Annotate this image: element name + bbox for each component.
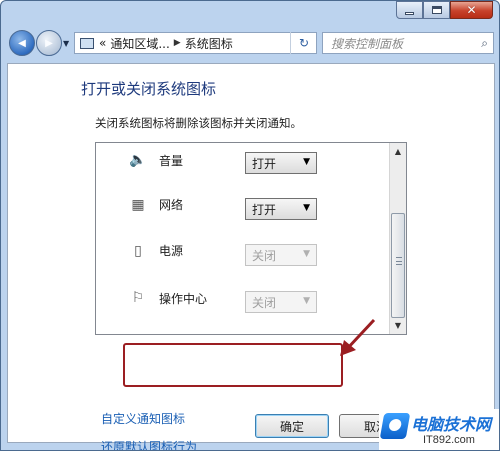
caption-buttons: ✕ bbox=[396, 1, 493, 19]
list-item-volume: 🔈 音量 打开 ▼ bbox=[96, 143, 386, 187]
search-placeholder: 搜索控制面板 bbox=[331, 36, 404, 51]
navigation-bar: ◀ ▶ ▼ « 通知区域... ▶ 系统图标 ↻ 搜索控制面板 ⌕ bbox=[1, 27, 499, 61]
scroll-thumb[interactable] bbox=[391, 213, 405, 318]
page-title: 打开或关闭系统图标 bbox=[81, 80, 217, 98]
minimize-button[interactable] bbox=[396, 1, 423, 19]
restore-default-icon-behaviors-link[interactable]: 还原默认图标行为 bbox=[101, 438, 197, 450]
back-button[interactable]: ◀ bbox=[9, 30, 35, 56]
address-bar[interactable]: « 通知区域... ▶ 系统图标 bbox=[74, 32, 317, 54]
vertical-scrollbar[interactable]: ▲ ▼ bbox=[389, 143, 406, 334]
item-label: 网络 bbox=[159, 198, 184, 212]
list-item-network: ▦ 网络 打开 ▼ bbox=[96, 187, 386, 231]
maximize-button[interactable] bbox=[423, 1, 450, 19]
refresh-button[interactable]: ↻ bbox=[290, 32, 317, 54]
power-icon: ▯ bbox=[134, 243, 142, 259]
breadcrumb: « 通知区域... ▶ 系统图标 bbox=[99, 35, 233, 52]
computer-icon bbox=[80, 37, 94, 49]
network-icon: ▦ bbox=[131, 197, 145, 213]
speaker-icon: 🔈 bbox=[129, 152, 147, 168]
back-arrow-icon: ◀ bbox=[18, 37, 26, 49]
breadcrumb-item-notification-area[interactable]: 通知区域... bbox=[110, 35, 169, 52]
volume-behavior-select[interactable]: 打开 ▼ bbox=[245, 152, 317, 174]
search-icon[interactable]: ⌕ bbox=[481, 36, 488, 51]
action-center-behavior-select: 关闭 ▼ bbox=[245, 291, 317, 313]
watermark-url: IT892.com bbox=[423, 434, 475, 446]
chevron-down-icon: ▼ bbox=[303, 157, 310, 167]
ok-button[interactable]: 确定 bbox=[255, 414, 329, 438]
network-behavior-select[interactable]: 打开 ▼ bbox=[245, 198, 317, 220]
flag-icon: ⚐ bbox=[131, 290, 145, 306]
scroll-down-icon[interactable]: ▼ bbox=[390, 317, 406, 334]
breadcrumb-separator-icon[interactable]: ▶ bbox=[174, 38, 181, 48]
select-value: 关闭 bbox=[252, 248, 277, 263]
breadcrumb-item-system-icons[interactable]: 系统图标 bbox=[185, 35, 233, 52]
select-value: 打开 bbox=[252, 156, 277, 171]
site-watermark: 电脑技术网 IT892.com bbox=[379, 409, 499, 450]
chevron-down-icon: ▼ bbox=[303, 203, 310, 213]
minimize-icon bbox=[405, 11, 414, 15]
item-label: 音量 bbox=[159, 154, 184, 168]
maximize-icon bbox=[431, 6, 442, 14]
item-label: 操作中心 bbox=[159, 292, 208, 306]
item-label: 电源 bbox=[159, 244, 184, 258]
control-panel-window: ✕ ◀ ▶ ▼ « 通知区域... ▶ 系统图标 ↻ 搜索控制面板 ⌕ 打开或关… bbox=[0, 0, 500, 451]
forward-arrow-icon: ▶ bbox=[45, 37, 53, 49]
breadcrumb-overflow[interactable]: « bbox=[99, 36, 106, 50]
power-behavior-select: 关闭 ▼ bbox=[245, 244, 317, 266]
list-item-power: ▯ 电源 关闭 ▼ bbox=[96, 233, 386, 277]
chevron-down-icon: ▼ bbox=[303, 296, 310, 306]
select-value: 关闭 bbox=[252, 295, 277, 310]
chevron-down-icon: ▼ bbox=[303, 249, 310, 259]
close-icon: ✕ bbox=[466, 3, 477, 17]
page-description: 关闭系统图标将删除该图标并关闭通知。 bbox=[95, 116, 302, 130]
select-value: 打开 bbox=[252, 202, 277, 217]
forward-button[interactable]: ▶ bbox=[36, 30, 62, 56]
annotation-highlight-box bbox=[123, 343, 343, 387]
close-button[interactable]: ✕ bbox=[450, 1, 493, 19]
site-logo-icon bbox=[379, 413, 411, 439]
scroll-up-icon[interactable]: ▲ bbox=[390, 143, 406, 160]
watermark-title: 电脑技术网 bbox=[411, 415, 492, 434]
search-input[interactable]: 搜索控制面板 ⌕ bbox=[322, 32, 494, 54]
refresh-icon: ↻ bbox=[298, 36, 310, 50]
recent-pages-dropdown-icon[interactable]: ▼ bbox=[63, 39, 69, 48]
content-pane: 打开或关闭系统图标 关闭系统图标将删除该图标并关闭通知。 🔈 音量 打开 ▼ ▦… bbox=[7, 63, 495, 450]
grip-icon bbox=[396, 257, 402, 265]
annotation-arrow-icon bbox=[340, 318, 376, 356]
customize-notification-icons-link[interactable]: 自定义通知图标 bbox=[101, 410, 185, 427]
system-icons-list[interactable]: 🔈 音量 打开 ▼ ▦ 网络 打开 ▼ ▯ 电源 关闭 ▼ ⚐ 操作中心 关闭 … bbox=[95, 142, 407, 335]
